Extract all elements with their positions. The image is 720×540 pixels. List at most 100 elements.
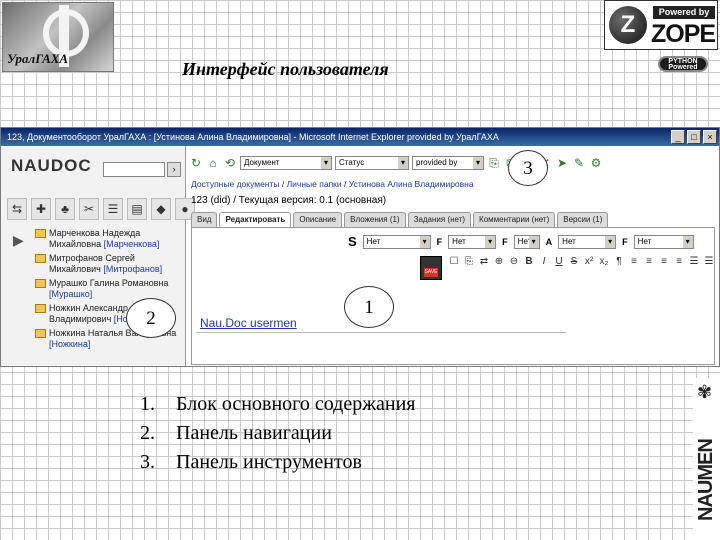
align-center-icon[interactable]: ≡ xyxy=(643,256,655,268)
tag-icon[interactable]: ◆ xyxy=(151,198,171,220)
status-select[interactable]: Статус xyxy=(335,156,409,170)
copy-icon[interactable]: ⎘ xyxy=(463,256,475,268)
legend-number: 2. xyxy=(140,422,155,444)
nav-icon-bar: ⇆ ✚ ♣ ✂ ☰ ▤ ◆ ● xyxy=(7,198,195,220)
font-select[interactable]: Нет xyxy=(448,234,497,249)
window-title: 123, Документооборот УралГАХА : [Устинов… xyxy=(7,132,499,142)
provider-select[interactable]: provided by xyxy=(412,156,484,170)
back-icon[interactable]: ⟲ xyxy=(223,156,237,170)
document-tabs: Вид Редактировать Описание Вложения (1) … xyxy=(191,212,609,227)
breadcrumb-item[interactable]: Доступные документы xyxy=(191,179,280,189)
legend-text: Панель навигации xyxy=(176,422,332,444)
breadcrumb-separator: / xyxy=(341,179,349,189)
numbered-list-icon[interactable]: ☰ xyxy=(703,256,715,268)
legend-text: Блок основного содержания xyxy=(176,393,416,415)
legend-text: Панель инструментов xyxy=(176,451,362,473)
tools-icon[interactable]: ✂ xyxy=(79,198,99,220)
document-type-select[interactable]: Документ xyxy=(240,156,332,170)
align-left-icon[interactable]: ≡ xyxy=(628,256,640,268)
zope-circle-icon: Z xyxy=(609,6,647,44)
format-row-2: ☐ ⎘ ⇄ ⊕ ⊖ B I U S x² x₂ ¶ ≡ ≡ ≡ ≡ ☰ ☰ ▤ … xyxy=(448,256,719,268)
tab-attachments[interactable]: Вложения (1) xyxy=(344,212,406,227)
maximize-button[interactable]: □ xyxy=(687,130,701,144)
legend-list: 1. Блок основного содержания 2. Панель нав… xyxy=(140,390,416,477)
sync-icon[interactable]: ⇆ xyxy=(7,198,27,220)
format-row-1: S Нет F Нет F Нет A Нет F Нет xyxy=(348,234,694,249)
tree-icon[interactable]: ✚ xyxy=(31,198,51,220)
tree-item-login[interactable]: [Митрофанов] xyxy=(103,264,162,274)
folder-icon xyxy=(35,329,46,338)
documents-icon[interactable]: ▤ xyxy=(127,198,147,220)
nav-search-button[interactable]: › xyxy=(167,162,181,177)
paragraph-icon[interactable]: ¶ xyxy=(613,256,625,268)
tree-item[interactable]: Мурашко Галина Романовна [Мурашко] xyxy=(35,278,183,300)
subscript-icon[interactable]: x₂ xyxy=(598,256,610,268)
users-icon[interactable]: ♣ xyxy=(55,198,75,220)
save-floppy-icon[interactable] xyxy=(420,256,442,280)
tab-view[interactable]: Вид xyxy=(191,212,218,227)
naumen-mark-icon: ✾ xyxy=(697,382,713,402)
callout-2: 2 xyxy=(126,298,176,338)
tree-item[interactable]: Марченкова Надежда Михайловна [Марченков… xyxy=(35,228,183,250)
naumen-side-band: ✾ NAUMEN xyxy=(693,378,720,540)
breadcrumb-item[interactable]: Личные папки xyxy=(287,179,342,189)
font-label: F xyxy=(436,236,443,247)
nav-search-input[interactable] xyxy=(103,162,165,177)
swap-icon[interactable]: ⇄ xyxy=(478,256,490,268)
folder-icon xyxy=(35,279,46,288)
legend-item: 2. Панель навигации xyxy=(140,419,416,448)
tree-item-name: Мурашко Галина Романовна xyxy=(49,278,169,288)
tree-item-login[interactable]: [Ножкина] xyxy=(49,339,90,349)
new-icon[interactable]: ☐ xyxy=(448,256,460,268)
editor-content-link[interactable]: Nau.Doc usermen xyxy=(200,316,297,330)
list-icon[interactable]: ☰ xyxy=(103,198,123,220)
zoom-out-icon[interactable]: ⊖ xyxy=(508,256,520,268)
style-select[interactable]: Нет xyxy=(362,234,431,249)
tree-item-login[interactable]: [Марченкова] xyxy=(104,239,160,249)
slide-title: Интерфейс пользователя xyxy=(182,59,389,79)
size-label: F xyxy=(502,236,508,247)
breadcrumb-separator: / xyxy=(279,179,287,189)
callout-1: 1 xyxy=(344,286,394,328)
background-select[interactable]: Нет xyxy=(633,234,694,249)
align-right-icon[interactable]: ≡ xyxy=(658,256,670,268)
copy-icon[interactable]: ⎘ xyxy=(487,156,501,170)
tab-tasks[interactable]: Задания (нет) xyxy=(407,212,472,227)
breadcrumb-item[interactable]: Устинова Алина Владимировна xyxy=(349,179,474,189)
tab-edit[interactable]: Редактировать xyxy=(219,212,292,227)
document-title: 123 (did) / Текущая версия: 0.1 (основна… xyxy=(191,195,387,206)
home-icon[interactable]: ⌂ xyxy=(206,156,220,170)
tab-description[interactable]: Описание xyxy=(293,212,343,227)
naudoc-logo: NAUDOC xyxy=(11,156,92,175)
italic-icon[interactable]: I xyxy=(538,256,550,268)
content-editor: S Нет F Нет F Нет A Нет F Нет ☐ ⎘ ⇄ ⊕ ⊖ … xyxy=(191,227,715,365)
size-select[interactable]: Нет xyxy=(513,234,540,249)
tree-expand-icon[interactable]: ▶ xyxy=(13,232,24,249)
settings-icon[interactable]: ⚙ xyxy=(589,156,603,170)
justify-icon[interactable]: ≡ xyxy=(673,256,685,268)
close-button[interactable]: × xyxy=(703,130,717,144)
zoom-in-icon[interactable]: ⊕ xyxy=(493,256,505,268)
tree-item[interactable]: Митрофанов Сергей Михайлович [Митрофанов… xyxy=(35,253,183,275)
tab-comments[interactable]: Комментарии (нет) xyxy=(473,212,556,227)
editor-divider xyxy=(196,332,566,333)
edit-icon[interactable]: ✎ xyxy=(572,156,586,170)
legend-item: 3. Панель инструментов xyxy=(140,448,416,477)
ural-gaha-logo: УралГАХА xyxy=(2,2,114,72)
underline-icon[interactable]: U xyxy=(553,256,565,268)
refresh-icon[interactable]: ↻ xyxy=(189,156,203,170)
python-powered-badge: PYTHON Powered xyxy=(658,56,708,72)
bullet-list-icon[interactable]: ☰ xyxy=(688,256,700,268)
strike-icon[interactable]: S xyxy=(568,256,580,268)
legend-number: 1. xyxy=(140,393,155,415)
minimize-button[interactable]: _ xyxy=(671,130,685,144)
forward-icon[interactable]: ➤ xyxy=(555,156,569,170)
main-toolbar: ↻ ⌂ ⟲ Документ Статус provided by ⎘ ✉ 🔒 … xyxy=(189,152,719,174)
superscript-icon[interactable]: x² xyxy=(583,256,595,268)
bold-icon[interactable]: B xyxy=(523,256,535,268)
color-select[interactable]: Нет xyxy=(558,234,617,249)
tree-item-login[interactable]: [Мурашко] xyxy=(49,289,92,299)
tab-versions[interactable]: Версии (1) xyxy=(557,212,609,227)
browser-window: 123, Документооборот УралГАХА : [Устинов… xyxy=(0,127,720,367)
folder-icon xyxy=(35,254,46,263)
